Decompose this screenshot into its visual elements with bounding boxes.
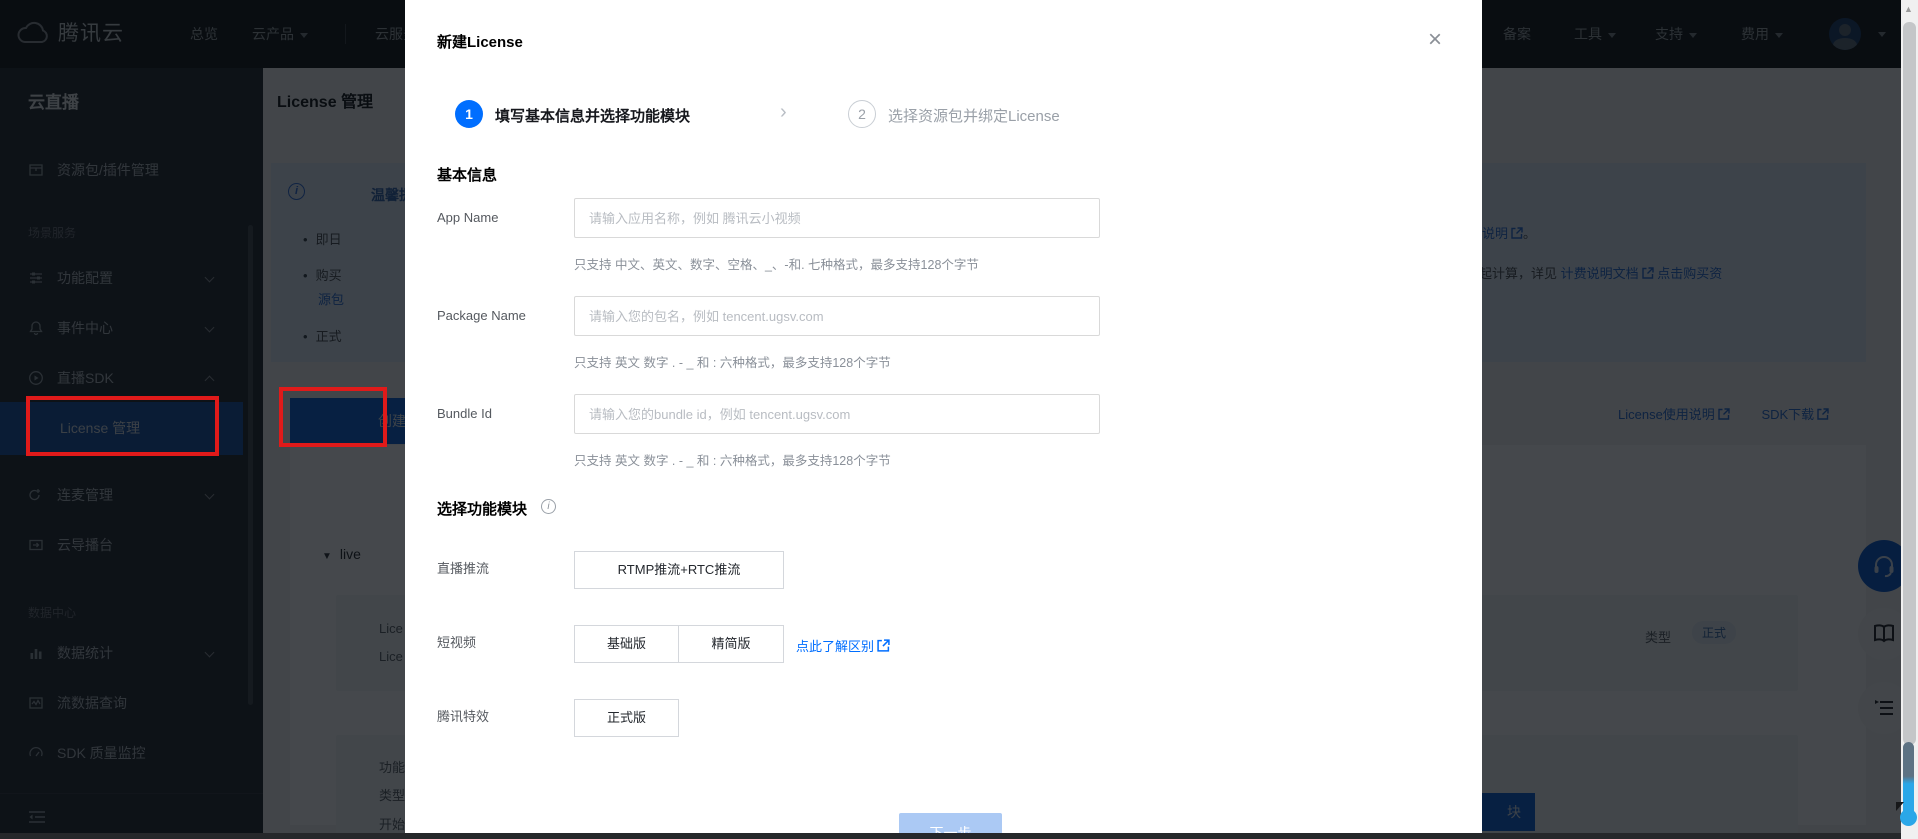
basic-info-section-title: 基本信息 [437,164,497,185]
bundle-id-input[interactable] [574,394,1100,434]
step-1-label: 填写基本信息并选择功能模块 [495,105,690,126]
annotation-box-create-button [279,387,387,447]
scroll-up-arrow-icon[interactable]: ▲ [1904,4,1913,14]
app-name-label: App Name [437,198,567,238]
rtmp-rtc-option-button[interactable]: RTMP推流+RTC推流 [574,551,784,589]
cursor-indicator [1896,742,1918,837]
step-1-indicator: 1 [455,100,483,128]
step-2-indicator: 2 [848,100,876,128]
short-video-label: 短视频 [437,624,567,662]
new-license-modal: 新建License × 1 填写基本信息并选择功能模块 › 2 选择资源包并绑定… [405,0,1482,839]
app-name-hint: 只支持 中文、英文、数字、空格、_、-和. 七种格式，最多支持128个字节 [574,254,979,273]
external-link-icon [877,639,890,652]
step-chevron-right-icon: › [780,101,787,124]
live-push-label: 直播推流 [437,550,567,588]
close-icon[interactable]: × [1428,28,1442,52]
screen: 腾讯云 总览 云产品 云服务 备案 工具 支持 费用 云直播 资源包/插件管理 … [0,0,1918,839]
difference-link-wrap: 点此了解区别 [796,636,890,655]
scrollbar-thumb[interactable] [1903,22,1916,745]
module-section-title: 选择功能模块 [437,498,527,519]
lite-edition-option-button[interactable]: 精简版 [678,625,784,663]
official-edition-option-button[interactable]: 正式版 [574,699,679,737]
app-name-input[interactable] [574,198,1100,238]
step-2-label: 选择资源包并绑定License [888,105,1060,126]
annotation-box-license-menu [26,396,219,456]
bottom-edge-strip [0,833,1901,839]
basic-edition-option-button[interactable]: 基础版 [574,625,679,663]
package-name-hint: 只支持 英文 数字 . - _ 和 : 六种格式，最多支持128个字节 [574,352,891,371]
package-name-label: Package Name [437,296,567,336]
bundle-id-label: Bundle Id [437,394,567,434]
module-info-icon[interactable]: i [541,499,556,514]
tencent-effect-label: 腾讯特效 [437,698,567,736]
modal-title: 新建License [437,31,523,52]
package-name-input[interactable] [574,296,1100,336]
bundle-id-hint: 只支持 英文 数字 . - _ 和 : 六种格式，最多支持128个字节 [574,450,891,469]
browser-scrollbar[interactable]: ▲ [1901,0,1918,839]
difference-link[interactable]: 点此了解区别 [796,639,874,654]
